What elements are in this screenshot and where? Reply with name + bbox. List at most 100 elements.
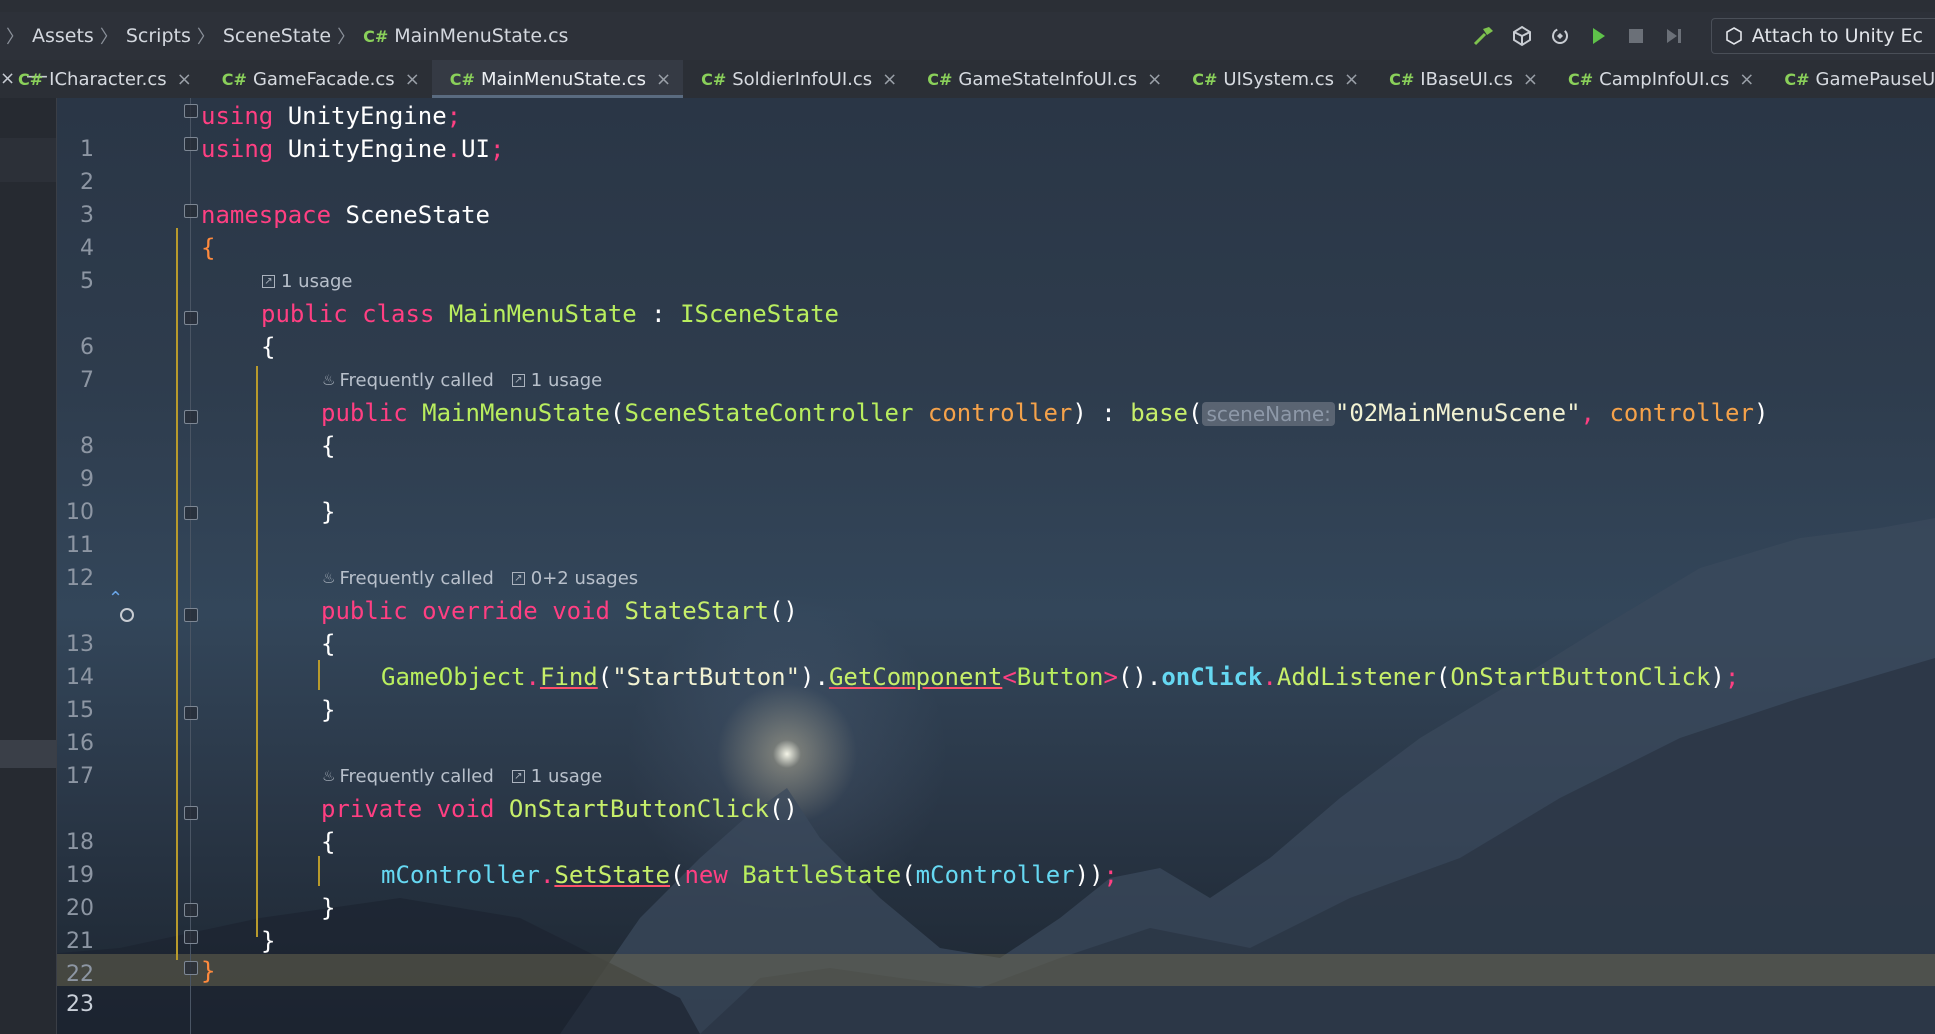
- code-line: 15 GameObject.Find("StartButton").GetCom…: [0, 661, 1935, 723]
- breadcrumb: 〉 Assets 〉 Scripts 〉 SceneState 〉 C# Mai…: [0, 23, 568, 49]
- code-line: 13 public override void StateStart(): [0, 595, 1935, 657]
- tab-file[interactable]: C# GameFacade.cs ×: [204, 60, 432, 98]
- usage-hint[interactable]: ♨ Frequently called ↗ 0+2 usages: [322, 565, 638, 591]
- code-line: 1 using UnityEngine;: [0, 100, 1935, 162]
- usage-count: 1 usage: [281, 270, 353, 292]
- type-name-token: Button: [1016, 663, 1104, 691]
- keyword-token: namespace: [201, 201, 332, 229]
- close-tab-icon[interactable]: ×: [1147, 69, 1162, 90]
- usage-hint[interactable]: ♨ Frequently called ↗ 1 usage: [322, 367, 602, 393]
- brace-token: }: [321, 498, 336, 526]
- tab-label: GamePauseUI.cs: [1815, 68, 1935, 90]
- code-line: 20 mController.SetState(new BattleState(…: [0, 859, 1935, 921]
- editor-tab-bar: × — C# ICharacter.cs × C# GameFacade.cs × C# Ma…: [0, 60, 1935, 98]
- usage-hint[interactable]: ♨ Frequently called ↗ 1 usage: [322, 763, 602, 789]
- breadcrumb-item-file[interactable]: MainMenuState.cs: [394, 25, 568, 47]
- interface-name-token: ISceneState: [680, 300, 840, 328]
- tab-label: MainMenuState.cs: [480, 68, 646, 90]
- code-line-current: 23 }: [0, 955, 1935, 1017]
- brace-token: {: [321, 630, 336, 658]
- usage-link-icon: ↗: [262, 274, 275, 288]
- csharp-file-icon: C#: [221, 69, 247, 89]
- tab-file[interactable]: C# MainMenuState.cs ×: [431, 60, 684, 98]
- code-text: namespace SceneState: [201, 199, 490, 232]
- code-editor[interactable]: ⌃ 1 using UnityEngine; 2 using UnityEngi…: [0, 98, 1935, 1034]
- code-line: 19 {: [0, 826, 1935, 888]
- parameter-name-inlay-hint: sceneName:: [1202, 402, 1335, 426]
- keyword-token: class: [362, 300, 435, 328]
- tab-label: ICharacter.cs: [49, 68, 167, 90]
- close-tab-icon[interactable]: ×: [656, 69, 671, 90]
- csharp-file-icon: C#: [1389, 69, 1415, 89]
- tab-file[interactable]: C# UISystem.cs ×: [1174, 60, 1371, 98]
- tab-file[interactable]: C# SoldierInfoUI.cs ×: [683, 60, 909, 98]
- code-text: using UnityEngine;: [201, 100, 461, 133]
- breadcrumb-item-scripts[interactable]: Scripts: [126, 25, 191, 47]
- code-text: public MainMenuState(SceneStateControlle…: [321, 397, 1768, 431]
- build-hammer-icon[interactable]: [1467, 19, 1501, 53]
- brace-token: }: [261, 927, 276, 955]
- close-tab-icon[interactable]: ×: [1739, 69, 1754, 90]
- breadcrumb-separator-icon: 〉: [196, 27, 215, 48]
- usage-hint[interactable]: ↗ 1 usage: [262, 268, 353, 294]
- step-icon[interactable]: [1657, 19, 1691, 53]
- keyword-token: void: [436, 795, 495, 823]
- punctuation-token: >: [1103, 663, 1118, 691]
- csharp-file-icon: C#: [1192, 69, 1218, 89]
- refresh-unity-icon[interactable]: [1543, 19, 1577, 53]
- unity-icon[interactable]: [1505, 19, 1539, 53]
- tab-label: UISystem.cs: [1223, 68, 1335, 90]
- close-tab-icon[interactable]: ×: [177, 69, 192, 90]
- punctuation-token: ): [1753, 399, 1769, 427]
- code-text: mController.SetState(new BattleState(mCo…: [381, 859, 1118, 892]
- tab-file[interactable]: C# ICharacter.cs ×: [0, 60, 204, 98]
- type-name-token: SceneStateController: [624, 399, 914, 427]
- breadcrumb-item-scenestate[interactable]: SceneState: [223, 25, 331, 47]
- brace-token: {: [201, 234, 216, 262]
- breadcrumb-separator-icon: 〉: [337, 27, 356, 48]
- brace-token: {: [261, 333, 276, 361]
- attach-to-unity-button[interactable]: Attach to Unity Ec: [1710, 18, 1935, 54]
- class-name-token: MainMenuState: [448, 300, 637, 328]
- field-token: mController: [915, 861, 1075, 889]
- code-line: 16 }: [0, 694, 1935, 756]
- tab-file[interactable]: C# IBaseUI.cs ×: [1371, 60, 1550, 98]
- namespace-token: SceneState: [331, 201, 490, 229]
- type-name-token: BattleState: [742, 861, 902, 889]
- method-call-token: SetState: [554, 861, 670, 889]
- stop-icon[interactable]: [1619, 19, 1653, 53]
- close-tab-icon[interactable]: ×: [1344, 69, 1359, 90]
- code-text: GameObject.Find("StartButton").GetCompon…: [381, 661, 1739, 694]
- keyword-token: new: [684, 861, 728, 889]
- keyword-token: using: [201, 135, 274, 163]
- method-call-token: AddListener: [1276, 663, 1436, 691]
- tab-file[interactable]: C# GameStateInfoUI.cs ×: [909, 60, 1174, 98]
- tab-label: IBaseUI.cs: [1420, 68, 1513, 90]
- csharp-file-icon: C#: [701, 69, 727, 89]
- tab-file[interactable]: C# CampInfoUI.cs ×: [1550, 60, 1766, 98]
- property-token: onClick: [1161, 663, 1263, 691]
- usage-count: 0+2 usages: [530, 567, 639, 589]
- flame-icon: ♨: [322, 767, 336, 785]
- code-line: 2 using UnityEngine.UI;: [0, 133, 1935, 195]
- run-play-icon[interactable]: [1581, 19, 1615, 53]
- method-name-token: OnStartButtonClick: [508, 795, 769, 823]
- namespace-token: UnityEngine: [273, 102, 447, 130]
- close-tab-icon[interactable]: ×: [882, 69, 897, 90]
- code-line: 21 }: [0, 892, 1935, 954]
- close-tab-icon[interactable]: ×: [405, 69, 420, 90]
- method-name-token: StateStart: [624, 597, 769, 625]
- string-token: "02MainMenuScene": [1334, 399, 1581, 427]
- keyword-token: public: [321, 399, 408, 427]
- frequency-label: Frequently called: [339, 765, 494, 787]
- code-text: public class MainMenuState : ISceneState: [261, 298, 839, 331]
- tab-file[interactable]: C#GamePauseUI.cs×: [1766, 60, 1935, 98]
- csharp-file-icon: C#: [1784, 69, 1810, 89]
- tab-list: C# ICharacter.cs × C# GameFacade.cs × C# MainMe…: [0, 60, 1935, 98]
- breadcrumb-item-assets[interactable]: Assets: [32, 25, 94, 47]
- close-tab-icon[interactable]: ×: [1523, 69, 1538, 90]
